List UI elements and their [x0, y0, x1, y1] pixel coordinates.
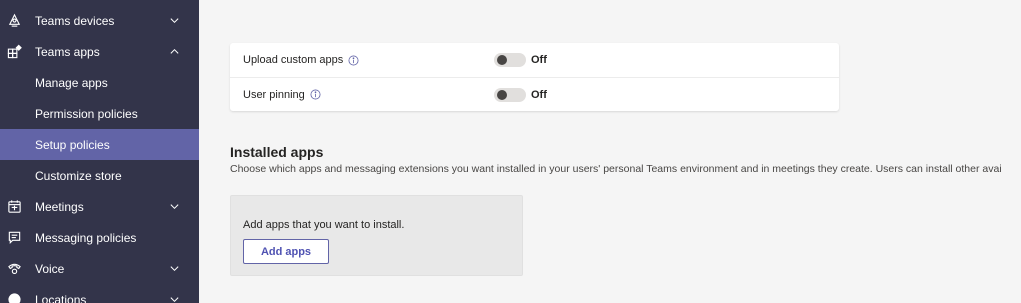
sidebar-item-label: Meetings	[35, 199, 84, 214]
sidebar-item-messaging-policies[interactable]: Messaging policies	[0, 222, 199, 253]
setting-label: Upload custom apps	[243, 54, 344, 66]
chevron-down-icon	[168, 15, 180, 27]
sidebar-item-teams-devices[interactable]: Teams devices	[0, 5, 199, 36]
sidebar-item-label: Voice	[35, 261, 65, 276]
setting-label-wrap: User pinning	[243, 89, 321, 101]
voice-icon	[6, 261, 22, 277]
settings-card: Upload custom apps Off User pinning Off	[230, 43, 839, 111]
installed-apps-title: Installed apps	[230, 144, 324, 160]
toggle-state-label: Off	[531, 88, 547, 101]
toggle-knob	[497, 55, 507, 65]
installed-apps-description: Choose which apps and messaging extensio…	[230, 163, 1002, 175]
meetings-icon	[6, 199, 22, 215]
sidebar-item-label: Messaging policies	[35, 230, 137, 245]
toggle-state-label: Off	[531, 54, 547, 66]
teams-apps-icon	[6, 44, 22, 60]
setting-label-wrap: Upload custom apps	[243, 54, 359, 66]
chevron-down-icon	[168, 201, 180, 213]
toggle-knob	[497, 89, 507, 100]
upload-custom-apps-toggle[interactable]	[494, 53, 526, 67]
sidebar-nav: Teams devices Teams apps Manage apps Per…	[0, 0, 199, 303]
info-icon[interactable]	[348, 55, 359, 66]
messaging-policies-icon	[6, 230, 22, 246]
installed-apps-empty-state: Add apps that you want to install. Add a…	[230, 195, 523, 276]
setting-row-user-pinning: User pinning Off	[230, 77, 839, 111]
chevron-down-icon	[168, 263, 180, 275]
empty-state-text: Add apps that you want to install.	[243, 219, 405, 231]
sidebar-item-meetings[interactable]: Meetings	[0, 191, 199, 222]
app-root: Teams devices Teams apps Manage apps Per…	[0, 0, 1021, 303]
sidebar-item-locations[interactable]: Locations	[0, 284, 199, 303]
sidebar-item-customize-store[interactable]: Customize store	[0, 160, 199, 191]
setting-row-upload-custom-apps: Upload custom apps Off	[230, 43, 839, 77]
chevron-down-icon	[168, 294, 180, 303]
user-pinning-toggle[interactable]	[494, 87, 526, 102]
sidebar-item-label: Permission policies	[35, 106, 138, 121]
add-apps-button[interactable]: Add apps	[243, 239, 329, 264]
sidebar-item-label: Setup policies	[35, 137, 110, 152]
sidebar-item-permission-policies[interactable]: Permission policies	[0, 98, 199, 129]
sidebar-item-label: Locations	[35, 292, 87, 303]
main-content: Upload custom apps Off User pinning Off …	[199, 0, 1021, 303]
sidebar-item-voice[interactable]: Voice	[0, 253, 199, 284]
teams-devices-icon	[6, 13, 22, 29]
sidebar-item-label: Teams devices	[35, 13, 115, 28]
sidebar-item-teams-apps[interactable]: Teams apps	[0, 36, 199, 67]
sidebar-item-label: Customize store	[35, 168, 122, 183]
info-icon[interactable]	[310, 89, 321, 100]
chevron-up-icon	[168, 46, 180, 58]
locations-icon	[6, 292, 22, 303]
sidebar-item-label: Teams apps	[35, 44, 100, 59]
sidebar-item-label: Manage apps	[35, 75, 108, 90]
sidebar-item-setup-policies[interactable]: Setup policies	[0, 129, 199, 160]
setting-label: User pinning	[243, 88, 305, 101]
sidebar-item-manage-apps[interactable]: Manage apps	[0, 67, 199, 98]
